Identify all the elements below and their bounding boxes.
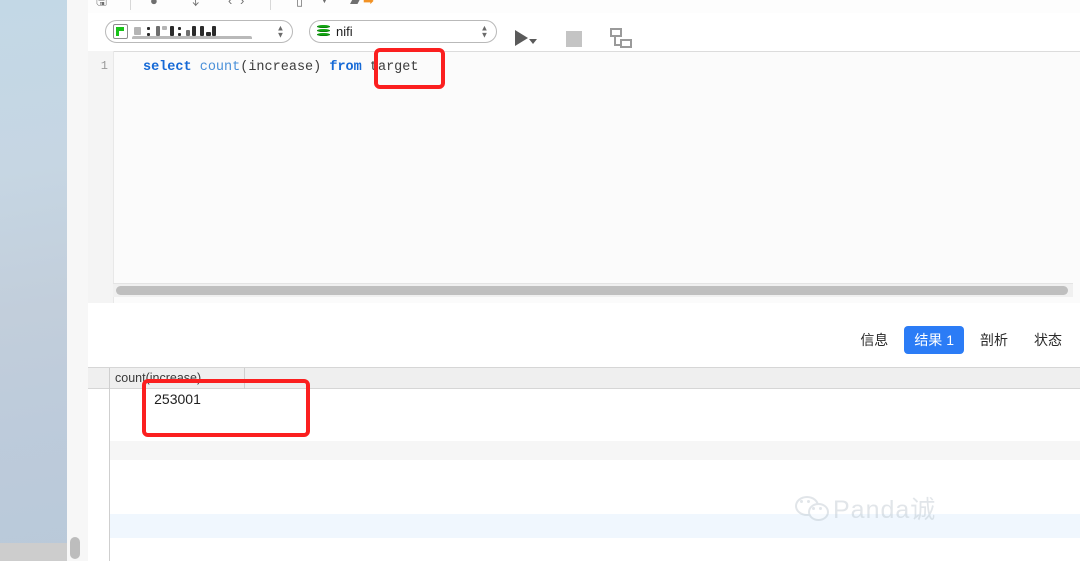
- editor-top-rule: [113, 51, 1080, 52]
- connection-name-redacted: [132, 25, 288, 39]
- sql-client-window: 🖫 ● ⤵ ‹ › ▯ ▼ ▰ ➡ ▲ ▼ nifi ▲ ▼ 1 select …: [88, 0, 1080, 561]
- tab-profile[interactable]: 剖析: [970, 326, 1018, 354]
- sql-function-count: count: [199, 60, 241, 75]
- navigate-back-icon[interactable]: ‹: [228, 0, 232, 7]
- sql-editor[interactable]: 1 select count(increase) from target: [88, 51, 1080, 303]
- sql-table-name: target: [369, 60, 419, 75]
- results-pane: 信息 结果 1 剖析 状态 count(increase) 253001: [88, 303, 1080, 561]
- grid-cell-value[interactable]: 253001: [110, 391, 245, 407]
- editor-horizontal-scrollbar[interactable]: [113, 283, 1073, 297]
- navigate-forward-icon[interactable]: ›: [240, 0, 244, 7]
- grid-row-header-column: [88, 389, 110, 561]
- desktop-wallpaper: [0, 0, 67, 561]
- sql-arguments: (increase): [240, 60, 330, 75]
- grid-row-band-selected: [110, 514, 1080, 538]
- connection-select[interactable]: ▲ ▼: [105, 20, 293, 43]
- tab-status[interactable]: 状态: [1024, 326, 1072, 354]
- schema-select-stepper[interactable]: ▲ ▼: [480, 24, 489, 39]
- desktop-taskbar-strip: [0, 543, 67, 561]
- grid-corner-cell[interactable]: [88, 368, 110, 389]
- rollback-icon[interactable]: ⤵: [186, 0, 199, 7]
- grid-header-row: count(increase): [88, 367, 1080, 389]
- schema-select-label: nifi: [336, 24, 353, 39]
- query-toolbar: ▲ ▼ nifi ▲ ▼: [88, 13, 1080, 52]
- grid-column-header[interactable]: count(increase): [110, 368, 245, 389]
- sql-keyword-select: select: [143, 60, 192, 75]
- database-icon: [317, 24, 330, 39]
- editor-gutter: 1: [88, 51, 114, 303]
- sql-space: [362, 60, 370, 75]
- connection-icon: [113, 24, 128, 39]
- sql-keyword-from: from: [329, 60, 362, 75]
- table-icon[interactable]: ▯: [296, 0, 303, 7]
- window-left-rail: [67, 0, 89, 561]
- toolbar-divider: [270, 0, 271, 10]
- connection-select-stepper[interactable]: ▲ ▼: [276, 24, 285, 39]
- export-icon[interactable]: ▰: [350, 0, 360, 7]
- play-icon: [515, 30, 528, 46]
- grid-row-band: [110, 441, 1080, 460]
- sql-code-line[interactable]: select count(increase) from target: [143, 58, 418, 77]
- stepper-down-icon: ▼: [480, 30, 489, 39]
- stop-query-button[interactable]: [566, 31, 582, 47]
- export-arrow-icon[interactable]: ➡: [363, 0, 374, 7]
- results-grid[interactable]: count(increase) 253001: [88, 367, 1080, 561]
- results-tabbar: 信息 结果 1 剖析 状态: [88, 320, 1080, 360]
- main-toolbar: 🖫 ● ⤵ ‹ › ▯ ▼ ▰ ➡: [88, 0, 1080, 14]
- run-query-button[interactable]: [515, 28, 541, 48]
- explain-plan-button[interactable]: [610, 28, 632, 49]
- toolbar-divider: [130, 0, 131, 10]
- chevron-down-icon[interactable]: ▼: [320, 0, 329, 7]
- plan-node-icon: [620, 39, 632, 48]
- sidebar-scrollbar-thumb[interactable]: [70, 537, 80, 559]
- schema-select[interactable]: nifi ▲ ▼: [309, 20, 497, 43]
- tab-info[interactable]: 信息: [850, 326, 898, 354]
- stepper-down-icon: ▼: [276, 30, 285, 39]
- tab-result1[interactable]: 结果 1: [904, 326, 964, 354]
- save-icon[interactable]: 🖫: [96, 0, 107, 7]
- sql-space: [192, 60, 200, 75]
- chevron-down-icon: [529, 39, 537, 44]
- commit-icon[interactable]: ●: [150, 0, 158, 7]
- line-number: 1: [100, 59, 108, 73]
- editor-horizontal-scrollbar-thumb[interactable]: [116, 286, 1068, 295]
